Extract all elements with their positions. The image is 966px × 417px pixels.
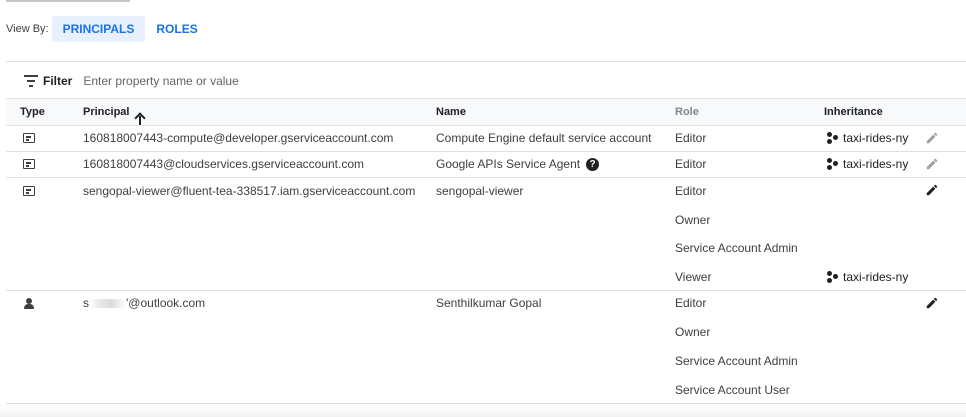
help-icon[interactable]: ? [586,158,600,172]
role-cell: Owner [675,325,711,339]
name-cell: Compute Engine default service account [436,131,652,145]
name-cell: Senthilkumar Gopal [436,296,542,310]
top-divider [6,0,130,2]
column-header-inheritance: Inheritance [824,106,883,118]
column-header-principal[interactable]: Principal [83,106,142,125]
role-cell: Viewer [675,270,712,284]
redacted-text [89,299,126,309]
column-header-name: Name [436,106,466,118]
inheritance-project-label: taxi-rides-ny [843,270,909,284]
bottom-shadow [0,404,966,417]
filter-bar: Filter [6,61,966,99]
role-cell: Editor [675,131,707,145]
principal-cell: 160818007443@cloudservices.gserviceaccou… [83,157,365,171]
table-row: 160818007443-compute@developer.gservicea… [6,125,966,152]
inheritance-cell[interactable]: taxi-rides-ny [827,270,908,284]
edit-icon[interactable] [925,157,939,171]
principal-cell: s '@outlook.com [83,296,205,310]
role-cell: Owner [675,213,711,227]
tab-principals[interactable]: PRINCIPALS [51,16,146,42]
table-header: Type Principal Name Role Inheritance [6,98,966,126]
principal-suffix: '@outlook.com [126,296,206,310]
table-row: 160818007443@cloudservices.gserviceaccou… [6,152,966,178]
column-header-role: Role [675,106,699,118]
inheritance-project-label: taxi-rides-ny [843,157,909,171]
principal-cell: 160818007443-compute@developer.gservicea… [83,131,394,145]
table-row: s '@outlook.com Senthilkumar Gopal Editor… [6,291,966,404]
inheritance-cell[interactable]: taxi-rides-ny [827,157,908,171]
role-cell: Editor [675,157,707,171]
principal-cell: sengopal-viewer@fluent-tea-338517.iam.gs… [83,184,416,198]
project-icon [827,158,838,170]
tab-roles[interactable]: ROLES [145,16,208,42]
filter-label[interactable]: Filter [43,74,72,88]
project-icon [827,271,838,283]
column-header-principal-label: Principal [83,106,130,118]
inheritance-project-label: taxi-rides-ny [843,131,909,145]
name-cell: Google APIs Service Agent? [436,157,600,172]
person-icon [24,298,34,309]
table-row: sengopal-viewer@fluent-tea-338517.iam.gs… [6,178,966,291]
service-account-icon [23,133,35,143]
role-cell: Service Account Admin [675,241,798,255]
role-cell: Editor [675,184,707,198]
edit-icon[interactable] [925,296,939,310]
view-by-label: View By: [6,23,49,35]
filter-icon[interactable] [24,74,38,87]
name-cell: sengopal-viewer [436,184,524,198]
project-icon [827,132,838,144]
role-cell: Editor [675,296,707,310]
name-text: Google APIs Service Agent [436,157,581,171]
column-header-type: Type [20,106,45,118]
filter-input[interactable] [83,73,484,88]
service-account-icon [23,186,35,196]
role-cell: Service Account Admin [675,354,798,368]
edit-icon[interactable] [925,183,939,197]
inheritance-cell[interactable]: taxi-rides-ny [827,131,908,145]
role-cell: Service Account User [675,383,790,397]
edit-icon[interactable] [925,131,939,145]
service-account-icon [23,159,35,169]
sort-ascending-icon[interactable] [135,113,145,125]
view-by-toggle: View By: PRINCIPALS ROLES [6,16,209,42]
